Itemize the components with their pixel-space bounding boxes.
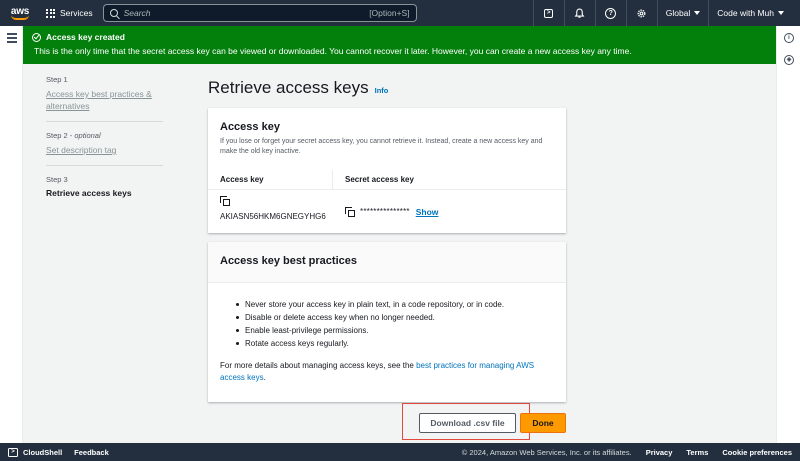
best-practices-container: Access key best practices Never store yo…	[208, 242, 566, 402]
info-link[interactable]: Info	[375, 86, 389, 95]
notifications-button[interactable]	[563, 0, 595, 26]
search-placeholder: Search	[123, 8, 151, 18]
more-suffix: .	[263, 373, 266, 382]
terms-link[interactable]: Terms	[686, 448, 708, 457]
best-practices-more: For more details about managing access k…	[220, 360, 554, 384]
account-label: Code with Muh	[717, 8, 774, 18]
bell-icon	[574, 8, 585, 18]
region-selector[interactable]: Global	[656, 0, 709, 26]
access-key-container: Access key If you lose or forget your se…	[208, 108, 566, 233]
cloudshell-label: CloudShell	[23, 447, 63, 457]
secret-key-cell: *************** Show	[333, 196, 438, 221]
best-practices-heading: Access key best practices	[220, 255, 357, 267]
caret-down-icon	[694, 11, 701, 15]
show-secret-link[interactable]: Show	[416, 207, 439, 217]
flash-title: Access key created	[46, 32, 125, 42]
flash-message: This is the only time that the secret ac…	[34, 46, 632, 56]
region-label: Global	[665, 8, 691, 18]
column-header-access-key: Access key	[208, 170, 333, 189]
caret-down-icon	[778, 11, 784, 15]
access-key-heading: Access key	[220, 121, 280, 133]
list-item: Enable least-privilege permissions.	[236, 324, 566, 337]
column-header-secret-key: Secret access key	[345, 175, 414, 184]
success-check-icon	[32, 32, 41, 42]
list-item: Never store your access key in plain tex…	[236, 298, 566, 311]
step-link-best-practices[interactable]: Access key best practices & alternatives	[46, 88, 163, 112]
page-title: Retrieve access keys	[208, 78, 369, 97]
services-label: Services	[60, 8, 93, 18]
copyright-text: © 2024, Amazon Web Services, Inc. or its…	[461, 447, 632, 457]
access-key-description: If you lose or forget your secret access…	[220, 138, 543, 155]
wizard-step-2: Step 2 - optional Set description tag	[46, 131, 163, 166]
search-icon	[109, 9, 118, 17]
account-menu[interactable]: Code with Muh	[708, 0, 792, 26]
download-csv-button[interactable]: Download .csv file	[419, 413, 516, 433]
wizard-step-3: Step 3 Retrieve access keys	[46, 175, 163, 207]
help-icon: ?	[605, 7, 617, 19]
step-current-label: Retrieve access keys	[46, 188, 132, 198]
cloudshell-button[interactable]: >	[532, 0, 564, 26]
page-header: Retrieve access keys Info	[208, 78, 388, 98]
list-item: Rotate access keys regularly.	[236, 337, 566, 350]
success-flash-banner: Access key created This is the only time…	[23, 26, 776, 64]
feedback-link[interactable]: Feedback	[74, 448, 109, 457]
search-shortcut: [Option+S]	[369, 8, 410, 18]
best-practices-list: Never store your access key in plain tex…	[236, 298, 566, 350]
cloudshell-icon: >	[8, 447, 18, 457]
access-key-id: AKIASN56HKM6GNEGYHG6	[220, 212, 326, 221]
step-optional-label: optional	[74, 131, 101, 140]
nav-right-group: > ? Global Code with Muh	[532, 0, 792, 26]
step-link-description-tag[interactable]: Set description tag	[46, 144, 163, 156]
access-key-cell: AKIASN56HKM6GNEGYHG6	[208, 196, 333, 221]
search-input[interactable]: Search [Option+S]	[102, 4, 417, 22]
privacy-link[interactable]: Privacy	[646, 448, 673, 457]
access-key-table: Access key Secret access key AKIASN56HKM…	[208, 170, 566, 221]
top-navigation: aws Services Search [Option+S] > ? Globa…	[0, 0, 800, 26]
step-number-text: Step 2 -	[46, 131, 75, 140]
feedback-panel-icon[interactable]: ◈	[784, 55, 794, 65]
menu-icon[interactable]	[7, 33, 17, 45]
cookie-preferences-link[interactable]: Cookie preferences	[722, 448, 792, 457]
grid-icon	[46, 8, 55, 18]
aws-smile-icon	[11, 15, 29, 20]
wizard-step-1: Step 1 Access key best practices & alter…	[46, 75, 163, 122]
gear-icon	[637, 9, 646, 17]
step-number: Step 3	[46, 175, 68, 184]
info-panel-icon[interactable]: i	[784, 33, 794, 43]
aws-logo[interactable]: aws	[8, 4, 32, 22]
cloudshell-icon: >	[544, 8, 554, 18]
list-item: Disable or delete access key when no lon…	[236, 311, 566, 324]
step-number: Step 1	[46, 75, 68, 84]
copy-icon[interactable]	[345, 207, 355, 217]
cloudshell-footer-button[interactable]: > CloudShell	[8, 447, 63, 457]
services-menu-button[interactable]: Services	[46, 8, 93, 18]
copy-icon[interactable]	[220, 196, 230, 206]
step-number: Step 2 - optional	[46, 131, 163, 140]
settings-button[interactable]	[625, 0, 657, 26]
left-rail	[0, 26, 23, 443]
footer: > CloudShell Feedback © 2024, Amazon Web…	[0, 443, 800, 461]
right-rail: i ◈	[776, 26, 800, 443]
more-prefix: For more details about managing access k…	[220, 361, 417, 370]
wizard-steps: Step 1 Access key best practices & alter…	[46, 75, 163, 216]
secret-key-masked: ***************	[360, 207, 410, 216]
done-button[interactable]: Done	[520, 413, 566, 433]
help-button[interactable]: ?	[594, 0, 626, 26]
